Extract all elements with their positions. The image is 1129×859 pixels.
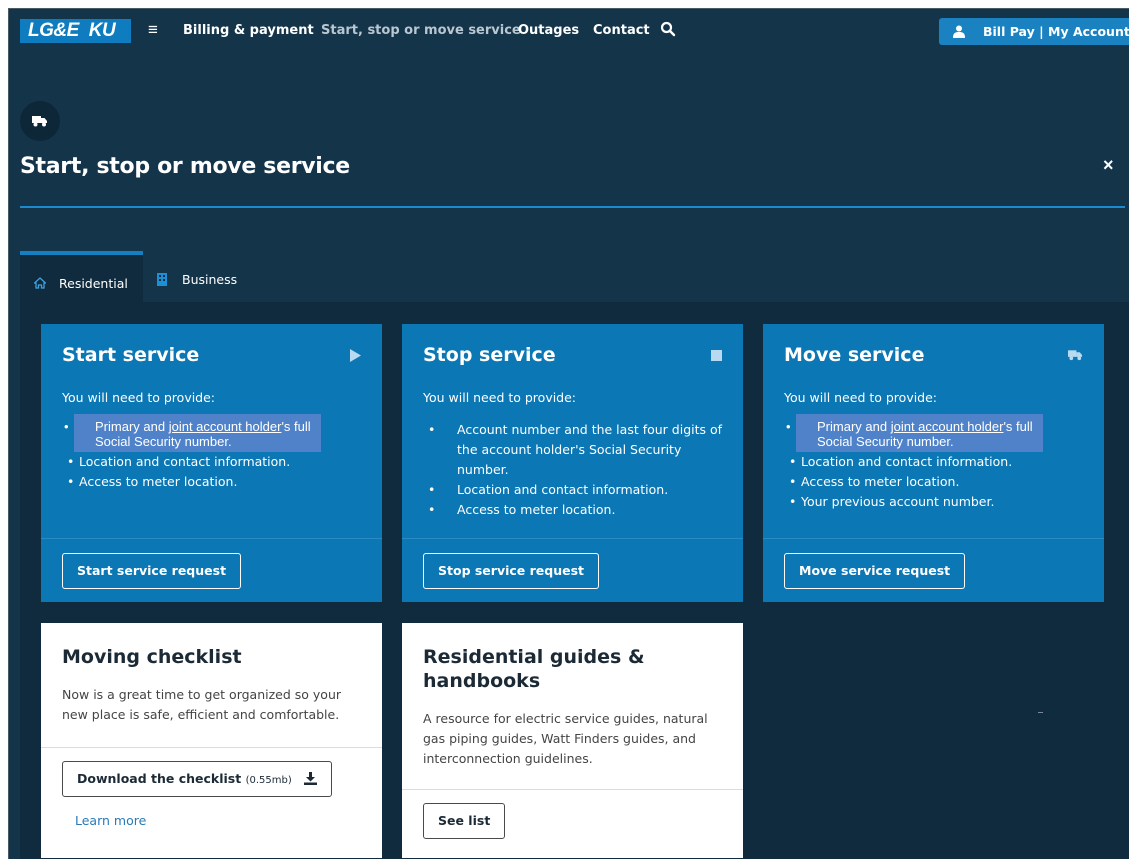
file-size: (0.55mb) <box>245 775 292 786</box>
requirements-list: Account number and the last four digits … <box>423 420 723 520</box>
card-divider <box>763 538 1104 539</box>
tab-residential-label: Residential <box>59 276 128 291</box>
list-item: Your previous account number. <box>784 492 1043 512</box>
hamburger-icon[interactable]: ≡ <box>148 20 158 40</box>
move-service-card: Move service You will need to provide: P… <box>763 324 1104 602</box>
list-item: Access to meter location. <box>423 500 723 520</box>
search-icon[interactable] <box>660 21 676 37</box>
stop-service-request-button[interactable]: Stop service request <box>423 553 600 589</box>
joint-account-holder-link[interactable]: joint account holder <box>891 419 1004 434</box>
card-title: Stop service <box>423 344 556 366</box>
list-item: Location and contact information. <box>62 452 321 472</box>
play-icon <box>350 349 361 362</box>
logo-lge: LG&E <box>28 20 79 41</box>
list-item: Access to meter location. <box>62 472 321 492</box>
card-title: Moving checklist <box>62 646 242 668</box>
list-item: Access to meter location. <box>784 472 1043 492</box>
stop-service-card: Stop service You will need to provide: A… <box>402 324 743 602</box>
home-icon <box>34 277 46 289</box>
download-icon <box>304 772 318 785</box>
nav-contact[interactable]: Contact <box>593 23 650 38</box>
joint-account-holder-link[interactable]: joint account holder <box>169 419 282 434</box>
building-icon <box>157 273 167 286</box>
divider <box>1038 712 1043 713</box>
tab-residential[interactable]: Residential <box>20 251 143 303</box>
card-description: A resource for electric service guides, … <box>423 711 708 766</box>
card-divider <box>402 789 743 790</box>
list-item: Primary and joint account holder's full … <box>786 414 1043 452</box>
card-divider <box>41 538 382 539</box>
bill-pay-account-button[interactable]: Bill Pay | My Account <box>939 18 1129 45</box>
nav-start-stop-move[interactable]: Start, stop or move service <box>321 23 521 38</box>
nav-billing-payment[interactable]: Billing & payment <box>183 23 314 38</box>
title-divider <box>20 206 1125 208</box>
card-divider <box>41 747 382 748</box>
card-title: Start service <box>62 344 200 366</box>
download-checklist-label: Download the checklist <box>77 771 242 786</box>
nav-outages[interactable]: Outages <box>518 23 579 38</box>
account-button-label: Bill Pay | My Account <box>983 24 1129 39</box>
top-nav: LG&E KU ≡ Billing & payment Start, stop o… <box>9 9 1129 53</box>
moving-checklist-card: Moving checklist Now is a great time to … <box>41 623 382 858</box>
close-icon[interactable]: × <box>1103 155 1114 176</box>
move-service-request-button[interactable]: Move service request <box>784 553 966 589</box>
see-list-button[interactable]: See list <box>423 803 506 839</box>
list-item: Primary and joint account holder's full … <box>64 414 321 452</box>
start-service-card: Start service You will need to provide: … <box>41 324 382 602</box>
card-subtitle: You will need to provide: <box>423 390 577 405</box>
list-item: Location and contact information. <box>784 452 1043 472</box>
list-item: Account number and the last four digits … <box>423 420 723 480</box>
logo-ku: KU <box>88 20 116 41</box>
user-icon <box>953 25 965 38</box>
requirements-list: Primary and joint account holder's full … <box>784 414 1043 512</box>
card-divider <box>402 538 743 539</box>
truck-icon <box>20 101 60 141</box>
card-description: Now is a great time to get organized so … <box>62 687 342 722</box>
stop-icon <box>711 350 722 361</box>
card-title: Residential guides & handbooks <box>423 646 645 692</box>
page: LG&E KU ≡ Billing & payment Start, stop o… <box>8 8 1129 859</box>
page-title: Start, stop or move service <box>20 154 350 179</box>
truck-icon <box>1068 350 1083 361</box>
residential-guides-card: Residential guides & handbooks A resourc… <box>402 623 743 858</box>
logo[interactable]: LG&E KU <box>20 19 131 43</box>
tab-business[interactable]: Business <box>145 251 255 303</box>
card-title: Move service <box>784 344 925 366</box>
requirements-list: Primary and joint account holder's full … <box>62 414 321 492</box>
learn-more-link[interactable]: Learn more <box>75 813 146 828</box>
download-checklist-button[interactable]: Download the checklist (0.55mb) <box>62 761 333 797</box>
card-subtitle: You will need to provide: <box>62 390 216 405</box>
tab-business-label: Business <box>182 272 238 287</box>
card-subtitle: You will need to provide: <box>784 390 938 405</box>
start-service-request-button[interactable]: Start service request <box>62 553 242 589</box>
list-item: Location and contact information. <box>423 480 723 500</box>
